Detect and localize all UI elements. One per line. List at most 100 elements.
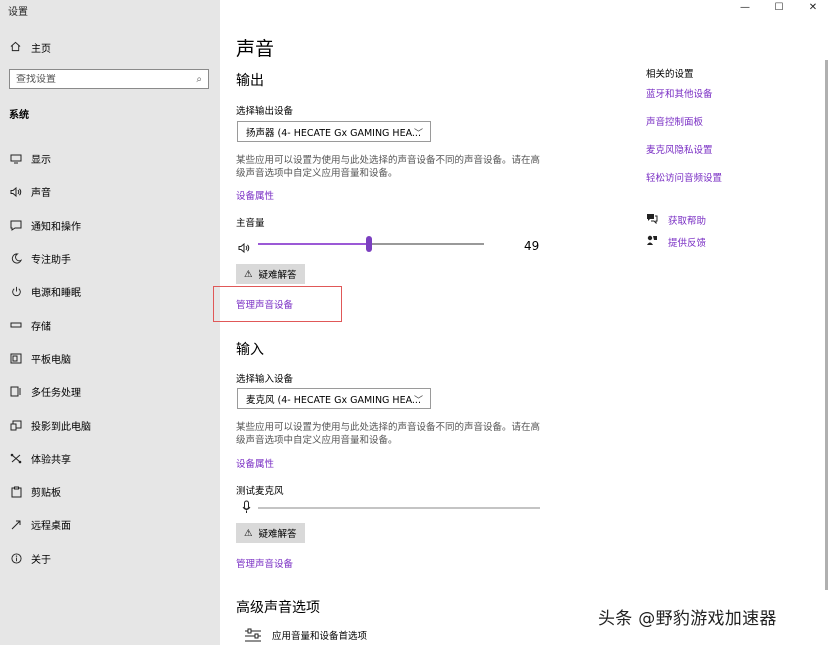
sidebar-item-label: 剪贴板 <box>31 488 61 500</box>
related-link-microphone-privacy[interactable]: 麦克风隐私设置 <box>646 142 796 156</box>
chevron-down-icon: ﹀ <box>413 129 423 139</box>
input-description-line: 级声音选项中自定义应用音量和设备。 <box>236 435 398 446</box>
sidebar-item-shared-experiences[interactable]: 体验共享 <box>0 442 220 475</box>
sidebar-item-clipboard[interactable]: 剪贴板 <box>0 475 220 508</box>
input-troubleshoot-button[interactable]: ⚠ 疑难解答 <box>236 523 305 543</box>
microphone-level-bar <box>258 507 540 509</box>
sidebar-item-focus-assist[interactable]: 专注助手 <box>0 242 220 275</box>
sidebar-item-power[interactable]: 电源和睡眠 <box>0 275 220 308</box>
microphone-icon <box>242 499 251 518</box>
speaker-icon[interactable] <box>238 238 250 257</box>
sidebar-item-label: 电源和睡眠 <box>31 288 81 300</box>
scrollbar[interactable] <box>825 60 828 590</box>
output-device-dropdown[interactable]: 扬声器 (4- HECATE Gx GAMING HEA... ﹀ <box>237 121 431 142</box>
input-heading: 输入 <box>236 342 264 358</box>
multitask-icon <box>9 386 23 397</box>
output-troubleshoot-label: 疑难解答 <box>258 270 297 281</box>
window-title: 设置 <box>8 7 28 18</box>
related-link-bluetooth[interactable]: 蓝牙和其他设备 <box>646 86 796 100</box>
sidebar-item-label: 远程桌面 <box>31 521 71 533</box>
share-icon <box>9 453 23 464</box>
master-volume-label: 主音量 <box>236 218 265 229</box>
master-volume-thumb[interactable] <box>365 236 372 252</box>
warning-icon: ⚠ <box>244 268 253 280</box>
search-input[interactable] <box>16 73 176 85</box>
get-help-link[interactable]: 获取帮助 <box>646 213 706 227</box>
notification-icon <box>9 220 23 231</box>
sidebar-section-system: 系统 <box>9 110 29 121</box>
power-icon <box>9 286 23 297</box>
output-heading: 输出 <box>236 73 264 89</box>
warning-icon: ⚠ <box>244 527 253 539</box>
sidebar-item-label: 存储 <box>31 321 51 333</box>
sidebar-item-label: 关于 <box>31 554 51 566</box>
sidebar: 设置 主页 ⌕ 系统 显示 声音 通知和操作 <box>0 0 220 645</box>
home-icon <box>10 41 21 55</box>
maximize-button[interactable]: ☐ <box>762 0 796 14</box>
minimize-button[interactable]: — <box>728 0 762 14</box>
input-description-line: 某些应用可以设置为使用与此处选择的声音设备不同的声音设备。请在高 <box>236 422 541 433</box>
tablet-icon <box>9 353 23 364</box>
sidebar-item-label: 投影到此电脑 <box>31 421 91 433</box>
sidebar-item-label: 多任务处理 <box>31 388 81 400</box>
sidebar-home-label: 主页 <box>31 44 51 55</box>
window-controls: — ☐ ✕ <box>728 0 830 14</box>
search-icon[interactable]: ⌕ <box>196 74 202 85</box>
master-volume-fill <box>258 243 369 245</box>
remote-desktop-icon <box>9 519 23 530</box>
sidebar-item-remote-desktop[interactable]: 远程桌面 <box>0 508 220 541</box>
sidebar-item-label: 显示 <box>31 155 51 167</box>
output-troubleshoot-button[interactable]: ⚠ 疑难解答 <box>236 264 305 284</box>
related-settings: 相关的设置 蓝牙和其他设备 声音控制面板 麦克风隐私设置 轻松访问音频设置 <box>646 66 796 198</box>
close-button[interactable]: ✕ <box>796 0 830 14</box>
output-description: 某些应用可以设置为使用与此处选择的声音设备不同的声音设备。请在高 级声音选项中自… <box>236 154 554 180</box>
mixer-icon <box>244 628 262 645</box>
page-title: 声音 <box>236 38 275 60</box>
projection-icon <box>9 420 23 431</box>
sidebar-item-multitasking[interactable]: 多任务处理 <box>0 375 220 408</box>
app-volume-preferences-item[interactable]: 应用音量和设备首选项 <box>244 628 367 645</box>
feedback-icon <box>646 235 658 249</box>
sidebar-item-label: 专注助手 <box>31 255 71 267</box>
related-link-ease-of-access-audio[interactable]: 轻松访问音频设置 <box>646 170 796 184</box>
sidebar-item-about[interactable]: 关于 <box>0 542 220 575</box>
test-microphone-label: 测试麦克风 <box>236 486 284 497</box>
sidebar-item-label: 平板电脑 <box>31 354 71 366</box>
app-volume-preferences-label: 应用音量和设备首选项 <box>272 631 368 642</box>
search-box[interactable]: ⌕ <box>9 69 209 89</box>
sidebar-item-notifications[interactable]: 通知和操作 <box>0 209 220 242</box>
storage-icon <box>9 321 23 329</box>
master-volume-value: 49 <box>524 239 540 253</box>
moon-icon <box>9 253 23 264</box>
sidebar-nav: 显示 声音 通知和操作 专注助手 电源和睡眠 存储 平板电脑 多任务处理 投影到… <box>0 142 220 575</box>
output-description-line: 级声音选项中自定义应用音量和设备。 <box>236 168 398 179</box>
output-device-properties-link[interactable]: 设备属性 <box>236 188 274 202</box>
sidebar-item-sound[interactable]: 声音 <box>0 175 220 208</box>
sidebar-item-label: 体验共享 <box>31 454 71 466</box>
clipboard-icon <box>9 486 23 498</box>
info-icon <box>9 553 23 564</box>
input-device-label: 选择输入设备 <box>236 374 294 385</box>
highlight-annotation <box>213 286 342 322</box>
sidebar-item-display[interactable]: 显示 <box>0 142 220 175</box>
input-device-dropdown[interactable]: 麦克风 (4- HECATE Gx GAMING HEA... ﹀ <box>237 388 431 409</box>
monitor-icon <box>9 154 23 164</box>
sidebar-item-projection[interactable]: 投影到此电脑 <box>0 408 220 441</box>
chat-help-icon <box>646 213 658 227</box>
give-feedback-label: 提供反馈 <box>668 238 707 249</box>
output-device-label: 选择输出设备 <box>236 106 294 117</box>
chevron-down-icon: ﹀ <box>413 396 423 406</box>
advanced-sound-heading: 高级声音选项 <box>236 600 320 616</box>
give-feedback-link[interactable]: 提供反馈 <box>646 235 706 249</box>
sidebar-item-label: 通知和操作 <box>31 221 81 233</box>
speaker-icon <box>9 186 23 197</box>
input-manage-devices-link[interactable]: 管理声音设备 <box>236 556 293 570</box>
settings-window: 设置 主页 ⌕ 系统 显示 声音 通知和操作 <box>0 0 830 645</box>
sidebar-item-storage[interactable]: 存储 <box>0 308 220 341</box>
related-link-sound-control-panel[interactable]: 声音控制面板 <box>646 114 796 128</box>
sidebar-item-label: 声音 <box>31 188 51 200</box>
input-device-properties-link[interactable]: 设备属性 <box>236 456 274 470</box>
input-troubleshoot-label: 疑难解答 <box>258 529 297 540</box>
sidebar-item-tablet[interactable]: 平板电脑 <box>0 342 220 375</box>
sidebar-home[interactable]: 主页 <box>10 40 51 55</box>
